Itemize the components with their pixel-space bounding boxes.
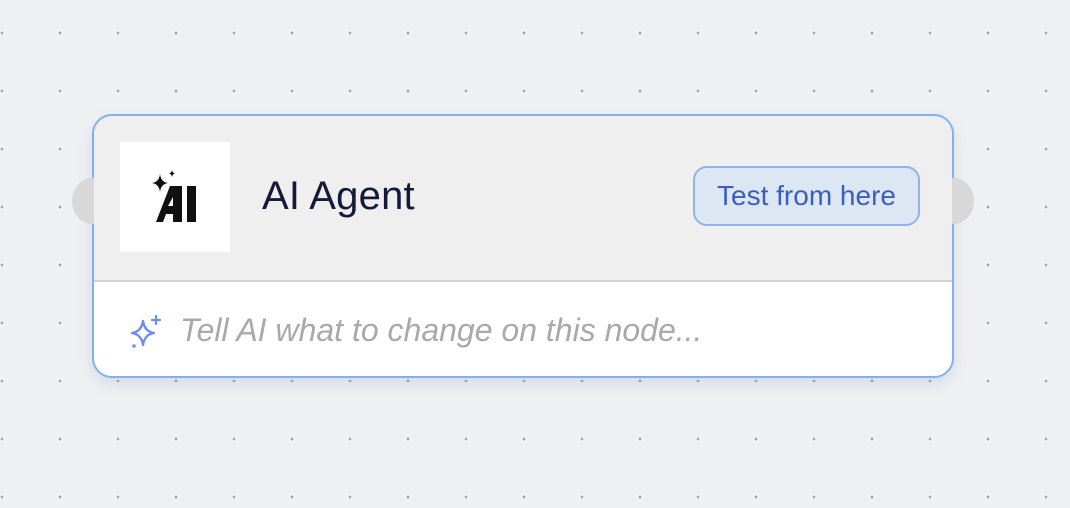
ai-prompt-input[interactable] [180, 308, 920, 352]
node-title: AI Agent [262, 174, 415, 218]
ai-agent-node[interactable]: AI Agent Test from here [72, 114, 974, 378]
ai-prompt-bar[interactable] [94, 282, 952, 376]
test-from-here-button[interactable]: Test from here [693, 166, 920, 226]
ai-agent-logo-icon [120, 142, 230, 252]
node-header[interactable]: AI Agent Test from here [94, 116, 952, 282]
sparkle-icon [130, 314, 162, 348]
